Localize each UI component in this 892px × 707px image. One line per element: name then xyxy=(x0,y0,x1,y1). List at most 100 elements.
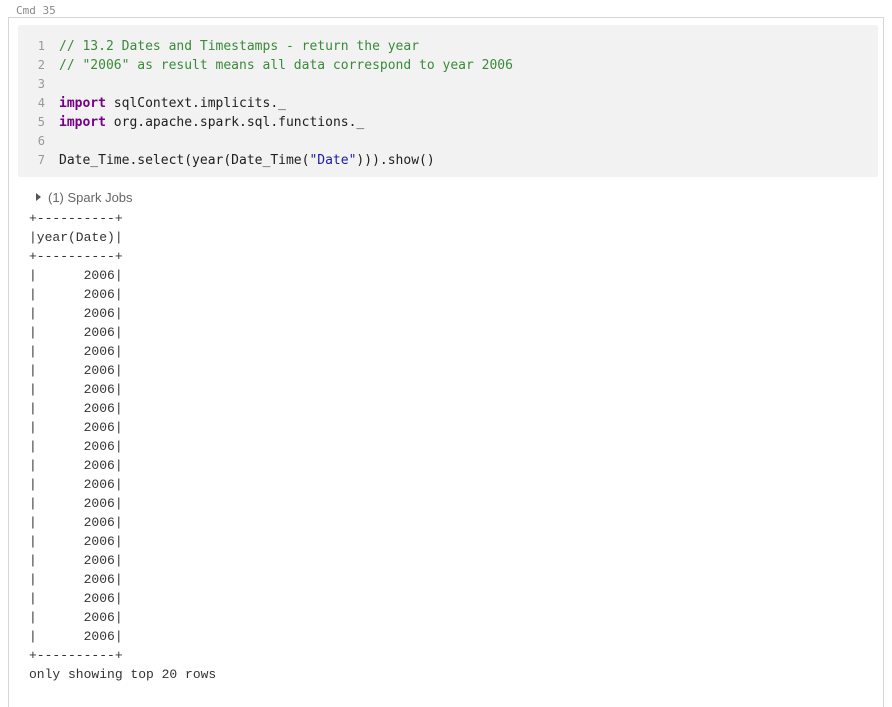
code-text: import org.apache.spark.sql.functions._ xyxy=(59,113,364,132)
code-text: import sqlContext.implicits._ xyxy=(59,94,286,113)
table-border: | xyxy=(114,401,123,416)
table-border-line: +----------+ xyxy=(29,211,123,226)
table-row: | 2006| xyxy=(29,437,216,456)
table-cell-value: 2006 xyxy=(83,325,115,340)
table-border: | xyxy=(114,382,123,397)
table-row: | 2006| xyxy=(29,532,216,551)
table-row: | 2006| xyxy=(29,380,216,399)
table-row: | 2006| xyxy=(29,494,216,513)
code-text: // "2006" as result means all data corre… xyxy=(59,56,513,75)
code-line: 3 xyxy=(18,75,878,94)
table-row: | 2006| xyxy=(29,608,216,627)
table-cell-value: 2006 xyxy=(83,382,115,397)
table-row: | 2006| xyxy=(29,570,216,589)
table-border: | xyxy=(29,344,84,359)
table-cell-value: 2006 xyxy=(83,553,115,568)
table-cell-value: 2006 xyxy=(83,515,115,530)
line-number: 7 xyxy=(37,153,45,167)
table-border: | xyxy=(114,420,123,435)
code-token: org.apache.spark.sql.functions._ xyxy=(105,115,365,130)
table-header: |year(Date)| xyxy=(29,230,123,245)
table-row: | 2006| xyxy=(29,285,216,304)
table-border: | xyxy=(114,591,123,606)
table-border: | xyxy=(29,306,84,321)
table-cell-value: 2006 xyxy=(83,306,115,321)
code-editor[interactable]: 1 // 13.2 Dates and Timestamps - return t… xyxy=(18,25,878,177)
table-border: | xyxy=(114,344,123,359)
table-border: | xyxy=(114,458,123,473)
table-cell-value: 2006 xyxy=(83,287,115,302)
code-comment: // 13.2 Dates and Timestamps - return th… xyxy=(59,39,420,54)
table-cell-value: 2006 xyxy=(83,534,115,549)
table-border-line: +----------+ xyxy=(29,648,123,663)
line-number: 5 xyxy=(37,115,45,129)
table-border: | xyxy=(29,591,84,606)
table-border: | xyxy=(114,553,123,568)
table-row: | 2006| xyxy=(29,399,216,418)
table-border: | xyxy=(29,610,84,625)
code-token: sqlContext.implicits._ xyxy=(105,96,286,111)
table-border: | xyxy=(114,268,123,283)
table-row: | 2006| xyxy=(29,342,216,361)
table-border: | xyxy=(29,420,84,435)
code-line: 7 Date_Time.select(year(Date_Time("Date")… xyxy=(18,151,878,170)
table-border: | xyxy=(29,477,84,492)
code-keyword: import xyxy=(59,96,106,111)
table-row: | 2006| xyxy=(29,456,216,475)
table-border: | xyxy=(114,439,123,454)
table-cell-value: 2006 xyxy=(83,572,115,587)
table-border: | xyxy=(114,610,123,625)
table-border: | xyxy=(114,572,123,587)
table-border: | xyxy=(29,363,84,378)
table-border: | xyxy=(114,287,123,302)
table-cell-value: 2006 xyxy=(83,401,115,416)
table-border: | xyxy=(29,382,84,397)
table-border: | xyxy=(29,572,84,587)
table-cell-value: 2006 xyxy=(83,439,115,454)
table-border: | xyxy=(114,496,123,511)
cell-command-label: Cmd 35 xyxy=(16,4,56,17)
table-border-line: +----------+ xyxy=(29,249,123,264)
line-number: 2 xyxy=(37,58,45,72)
table-border: | xyxy=(114,325,123,340)
table-row: | 2006| xyxy=(29,589,216,608)
code-line: 4 import sqlContext.implicits._ xyxy=(18,94,878,113)
table-border: | xyxy=(29,458,84,473)
cell-output: +----------+ |year(Date)| +----------+ | 20… xyxy=(29,209,216,684)
table-cell-value: 2006 xyxy=(83,591,115,606)
table-cell-value: 2006 xyxy=(83,477,115,492)
code-line: 1 // 13.2 Dates and Timestamps - return t… xyxy=(18,37,878,56)
table-cell-value: 2006 xyxy=(83,458,115,473)
code-comment: // "2006" as result means all data corre… xyxy=(59,58,513,73)
table-border: | xyxy=(114,306,123,321)
table-row: | 2006| xyxy=(29,475,216,494)
output-footer-note: only showing top 20 rows xyxy=(29,667,217,682)
spark-jobs-toggle[interactable]: (1) Spark Jobs xyxy=(36,189,133,206)
table-border: | xyxy=(29,515,84,530)
table-row: | 2006| xyxy=(29,361,216,380)
table-row: | 2006| xyxy=(29,627,216,646)
table-border: | xyxy=(114,534,123,549)
table-cell-value: 2006 xyxy=(83,344,115,359)
table-row: | 2006| xyxy=(29,551,216,570)
expand-triangle-icon xyxy=(36,193,41,201)
code-line: 6 xyxy=(18,132,878,151)
line-number: 4 xyxy=(37,96,45,110)
table-border: | xyxy=(29,439,84,454)
table-border: | xyxy=(29,629,84,644)
table-row: | 2006| xyxy=(29,304,216,323)
table-row: | 2006| xyxy=(29,513,216,532)
code-line: 2 // "2006" as result means all data corr… xyxy=(18,56,878,75)
table-cell-value: 2006 xyxy=(83,268,115,283)
table-border: | xyxy=(114,515,123,530)
table-cell-value: 2006 xyxy=(83,629,115,644)
table-border: | xyxy=(29,553,84,568)
table-border: | xyxy=(29,325,84,340)
table-cell-value: 2006 xyxy=(83,420,115,435)
table-border: | xyxy=(114,363,123,378)
table-border: | xyxy=(29,287,84,302)
table-row: | 2006| xyxy=(29,418,216,437)
table-border: | xyxy=(114,629,123,644)
table-row: | 2006| xyxy=(29,266,216,285)
table-border: | xyxy=(29,268,84,283)
